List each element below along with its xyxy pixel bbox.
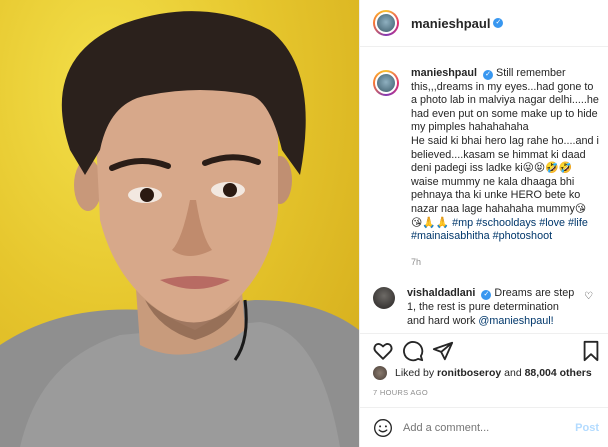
comment-mention-link[interactable]: @manieshpaul! bbox=[478, 315, 553, 327]
comment-body: vishaldadlani ✓ Dreams are step 1, the r… bbox=[407, 287, 579, 328]
hashtag-link[interactable]: #life bbox=[568, 217, 588, 229]
caption-emojis-2: 😘 bbox=[574, 202, 587, 215]
likes-prefix: Liked by bbox=[395, 367, 435, 379]
post-actions-bar bbox=[360, 333, 608, 363]
commenter-username[interactable]: vishaldadlani bbox=[407, 287, 475, 299]
verified-badge-icon: ✓ bbox=[483, 70, 493, 80]
likes-others-count[interactable]: 88,004 others bbox=[525, 367, 592, 379]
author-avatar-ring[interactable] bbox=[373, 10, 399, 36]
save-bookmark-icon[interactable] bbox=[580, 340, 602, 362]
likes-conjunction: and bbox=[504, 367, 522, 379]
post-header: manieshpaul ✓ bbox=[360, 0, 608, 47]
liker-avatar[interactable] bbox=[373, 366, 387, 380]
caption-text-3: waise mummy ne kala dhaaga bhi pehnaya t… bbox=[411, 175, 581, 215]
verified-badge-icon: ✓ bbox=[481, 290, 492, 301]
caption-emojis-3: 😘🙏🙏 bbox=[411, 216, 450, 229]
comment-item: vishaldadlani ✓ Dreams are step 1, the r… bbox=[360, 269, 608, 328]
caption: manieshpaul ✓ Still remember this,,,drea… bbox=[360, 57, 608, 269]
comment-bubble-icon[interactable] bbox=[402, 340, 424, 362]
hashtag-link[interactable]: #schooldays bbox=[476, 217, 536, 229]
like-heart-icon[interactable] bbox=[372, 340, 394, 362]
caption-avatar-ring[interactable] bbox=[373, 70, 399, 96]
hashtag-link[interactable]: #photoshoot bbox=[493, 230, 552, 242]
post-side-panel: manieshpaul ✓ manieshpaul ✓ Still rememb… bbox=[359, 0, 608, 447]
avatar[interactable] bbox=[375, 12, 397, 34]
hashtag-link[interactable]: #mp bbox=[452, 217, 473, 229]
hashtag-link[interactable]: #love bbox=[539, 217, 565, 229]
add-comment-bar: Post bbox=[360, 407, 608, 447]
portrait-illustration bbox=[0, 11, 359, 447]
hashtag-link[interactable]: #mainaisabhitha bbox=[411, 230, 490, 242]
post-timestamp[interactable]: 7 HOURS AGO bbox=[373, 388, 428, 397]
caption-body: manieshpaul ✓ Still remember this,,,drea… bbox=[411, 67, 599, 269]
caption-username[interactable]: manieshpaul bbox=[411, 67, 477, 79]
caption-emojis-1: 😜😝🤣🤣 bbox=[522, 162, 573, 175]
post-photo[interactable] bbox=[0, 0, 359, 447]
author-username[interactable]: manieshpaul bbox=[411, 16, 490, 31]
post-comment-button[interactable]: Post bbox=[575, 422, 599, 434]
verified-badge-icon: ✓ bbox=[493, 18, 504, 28]
comments-section[interactable]: manieshpaul ✓ Still remember this,,,drea… bbox=[360, 57, 608, 329]
caption-timestamp[interactable]: 7h bbox=[411, 256, 599, 270]
share-paper-plane-icon[interactable] bbox=[432, 340, 454, 362]
caption-avatar[interactable] bbox=[375, 72, 397, 94]
commenter-avatar[interactable] bbox=[373, 287, 395, 310]
comment-like-heart-icon[interactable]: ♡ bbox=[584, 291, 593, 302]
emoji-smiley-icon[interactable] bbox=[373, 418, 393, 438]
likes-summary: Liked by ronitboseroy and 88,004 others bbox=[373, 366, 592, 380]
liker-username[interactable]: ronitboseroy bbox=[437, 367, 501, 379]
add-comment-input[interactable] bbox=[403, 421, 563, 434]
